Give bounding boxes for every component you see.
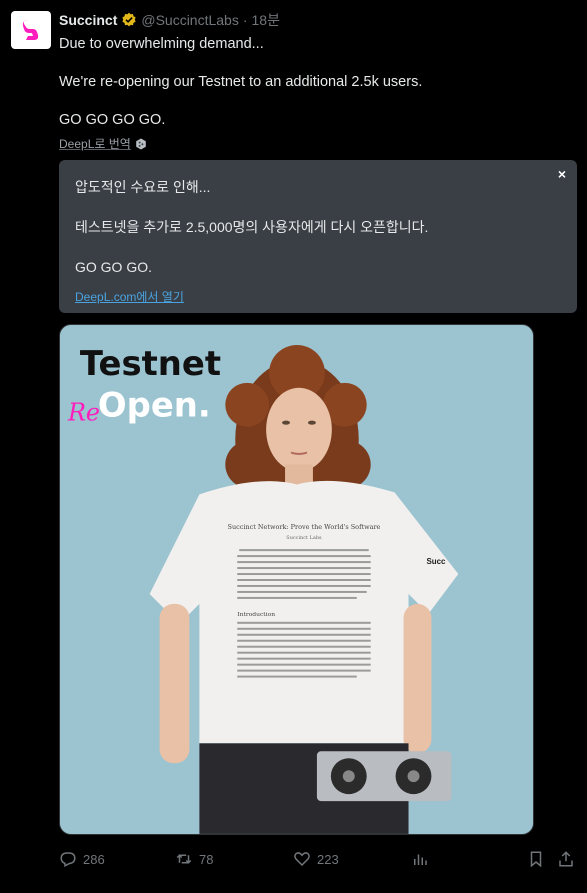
deepl-open-link[interactable]: DeepL.com에서 열기: [75, 288, 184, 305]
translate-link[interactable]: DeepL로 번역: [59, 135, 147, 152]
deepl-icon: [136, 138, 146, 149]
shirt-subtitle: Succinct Labs: [286, 535, 322, 541]
tweet-actions: 286 78 223: [59, 848, 579, 870]
author-name[interactable]: Succinct: [59, 11, 117, 29]
repost-button[interactable]: 78: [175, 848, 213, 870]
translation-line: GO GO GO.: [75, 259, 153, 275]
bookmark-icon: [530, 851, 542, 868]
sleeve-text: Succ: [426, 557, 446, 566]
verified-icon: [122, 12, 136, 27]
share-button[interactable]: [557, 848, 575, 870]
media-headline-open: Open.: [98, 386, 211, 425]
like-icon: [294, 852, 310, 867]
like-button[interactable]: 223: [293, 848, 339, 870]
translate-label: DeepL로 번역: [59, 137, 131, 151]
tweet-line: [59, 92, 559, 111]
translation-text: 압도적인 수요로 인해... 테스트넷을 추가로 2.5,000명의 사용자에게…: [75, 177, 428, 297]
views-button[interactable]: [411, 848, 429, 870]
media-illustration: Succinct Network: Prove the World's Soft…: [60, 325, 533, 834]
media-headline-testnet: Testnet: [80, 344, 221, 383]
tweet-line: [59, 54, 559, 73]
tweet-text: Due to overwhelming demand... We're re-o…: [59, 35, 559, 130]
close-icon[interactable]: ×: [555, 167, 569, 181]
tweet-line: Due to overwhelming demand...: [59, 36, 264, 52]
bookmark-button[interactable]: [527, 848, 545, 870]
separator: ·: [242, 12, 248, 28]
shirt-title: Succinct Network: Prove the World's Soft…: [228, 523, 381, 531]
author-handle[interactable]: @SuccinctLabs: [141, 11, 238, 29]
tweet-line: GO GO GO GO.: [59, 112, 166, 128]
timestamp[interactable]: 18분: [252, 11, 280, 29]
tweet[interactable]: Succinct @SuccinctLabs · 18분 Due to over…: [0, 0, 587, 893]
translation-panel: × 압도적인 수요로 인해... 테스트넷을 추가로 2.5,000명의 사용자…: [59, 160, 577, 313]
tweet-media-image[interactable]: Succinct Network: Prove the World's Soft…: [59, 324, 534, 835]
repost-icon: [176, 854, 192, 864]
like-count: 223: [317, 851, 339, 867]
translation-line: 테스트넷을 추가로 2.5,000명의 사용자에게 다시 오픈합니다.: [75, 219, 429, 235]
reply-button[interactable]: 286: [59, 848, 105, 870]
views-icon: [414, 854, 427, 865]
tweet-header: Succinct @SuccinctLabs · 18분: [59, 11, 280, 29]
reply-count: 286: [83, 851, 105, 867]
repost-count: 78: [199, 851, 214, 867]
translation-line: 압도적인 수요로 인해...: [75, 179, 211, 195]
reply-icon: [60, 852, 76, 867]
shirt-section: Introduction: [237, 611, 275, 618]
share-icon: [559, 851, 573, 867]
avatar[interactable]: [11, 11, 51, 49]
succinct-logo-icon: [22, 20, 39, 40]
tweet-line: We're re-opening our Testnet to an addit…: [59, 74, 423, 90]
media-headline-re: Re: [67, 399, 100, 427]
